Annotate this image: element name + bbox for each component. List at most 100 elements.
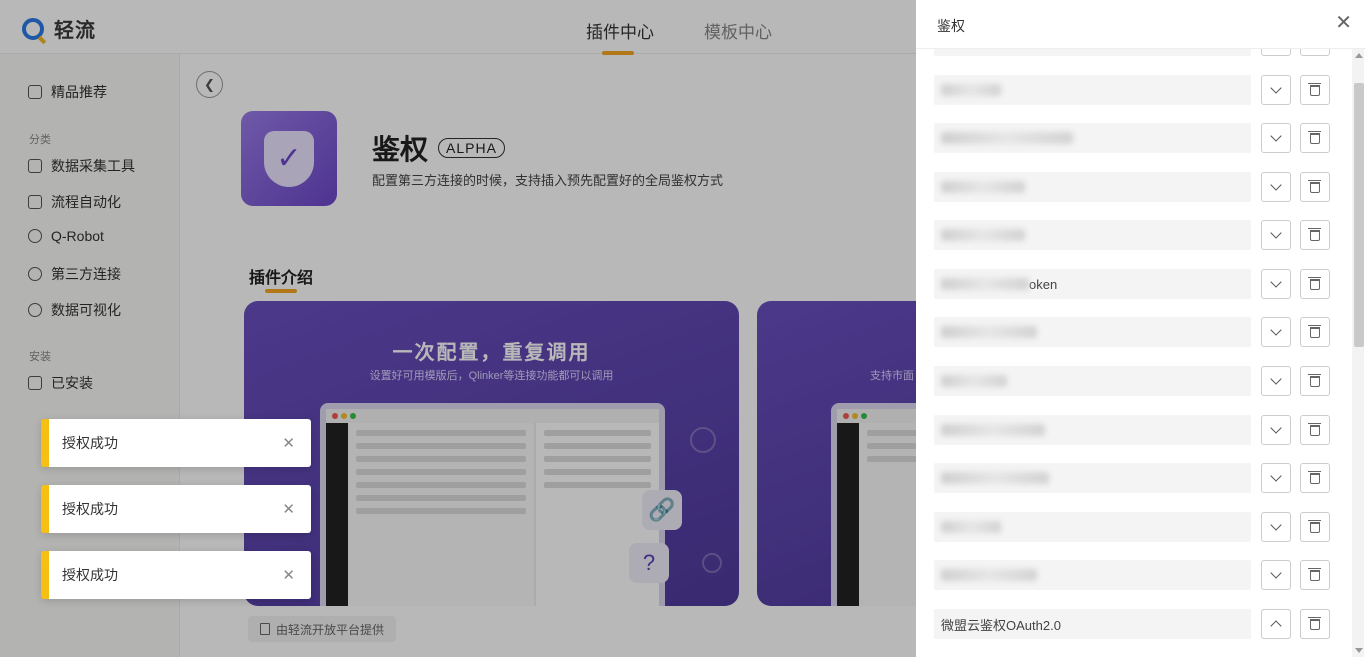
expand-button[interactable]: [1261, 172, 1291, 202]
trash-icon: [1308, 422, 1321, 436]
scroll-thumb[interactable]: [1354, 83, 1364, 347]
list-item: [934, 463, 1330, 493]
redacted-text: [941, 521, 1001, 533]
auth-name-field[interactable]: [934, 75, 1251, 105]
trash-icon: [1308, 616, 1321, 630]
chevron-down-icon: [1270, 324, 1282, 336]
chevron-down-icon: [1270, 567, 1282, 579]
expand-button[interactable]: [1261, 317, 1291, 347]
close-icon[interactable]: ✕: [282, 500, 295, 518]
expand-button[interactable]: [1261, 463, 1291, 493]
auth-name-field[interactable]: [934, 512, 1251, 542]
auth-name-field[interactable]: oken: [934, 269, 1251, 299]
expand-button[interactable]: [1261, 220, 1291, 250]
delete-button[interactable]: [1300, 463, 1330, 493]
auth-name-field[interactable]: [934, 560, 1251, 590]
auth-name-field[interactable]: [934, 220, 1251, 250]
delete-button[interactable]: [1300, 512, 1330, 542]
delete-button[interactable]: [1300, 220, 1330, 250]
list-item: [934, 560, 1330, 590]
redacted-text: [941, 326, 1037, 338]
chevron-down-icon: [1270, 373, 1282, 385]
toast-message: 授权成功: [62, 567, 118, 583]
list-item-expanded: 微盟云鉴权OAuth2.0: [934, 609, 1330, 639]
auth-name-field[interactable]: [934, 123, 1251, 153]
trash-icon: [1308, 567, 1321, 581]
trash-icon: [1308, 179, 1321, 193]
drawer-scrollbar[interactable]: [1352, 49, 1364, 657]
redacted-text: [941, 569, 1037, 581]
drawer-header: 鉴权 ✕: [916, 0, 1366, 49]
toast-success: 授权成功 ✕: [41, 485, 311, 533]
scroll-down-icon[interactable]: [1355, 648, 1363, 653]
delete-button[interactable]: [1300, 366, 1330, 396]
close-icon[interactable]: ✕: [282, 566, 295, 584]
chevron-down-icon: [1270, 227, 1282, 239]
chevron-down-icon: [1270, 470, 1282, 482]
toast-success: 授权成功 ✕: [41, 551, 311, 599]
list-item: [934, 172, 1330, 202]
delete-button[interactable]: [1300, 560, 1330, 590]
redacted-text: [941, 132, 1073, 144]
delete-button[interactable]: [1300, 75, 1330, 105]
delete-button[interactable]: [1300, 123, 1330, 153]
toast-message: 授权成功: [62, 501, 118, 517]
auth-name-field[interactable]: [934, 463, 1251, 493]
expand-button[interactable]: [1261, 123, 1291, 153]
expand-button[interactable]: [1261, 560, 1291, 590]
auth-name-field[interactable]: 微盟云鉴权OAuth2.0: [934, 609, 1251, 639]
list-item: [934, 415, 1330, 445]
redacted-text: [941, 181, 1025, 193]
expand-button[interactable]: [1261, 415, 1291, 445]
expand-button[interactable]: [1261, 75, 1291, 105]
drawer-title: 鉴权: [937, 18, 965, 34]
chevron-down-icon: [1270, 130, 1282, 142]
scroll-up-icon[interactable]: [1355, 53, 1363, 58]
redacted-text: [941, 472, 1049, 484]
chevron-up-icon: [1270, 620, 1282, 632]
close-icon[interactable]: ✕: [282, 434, 295, 452]
chevron-down-icon: [1270, 179, 1282, 191]
list-item: [934, 512, 1330, 542]
trash-icon: [1308, 227, 1321, 241]
list-item: [934, 366, 1330, 396]
list-item: [934, 123, 1330, 153]
auth-list: oken: [916, 49, 1350, 657]
auth-name-field[interactable]: [934, 49, 1251, 56]
delete-button[interactable]: [1300, 269, 1330, 299]
delete-button[interactable]: [1300, 609, 1330, 639]
collapse-button[interactable]: [1261, 609, 1291, 639]
delete-button[interactable]: [1300, 172, 1330, 202]
auth-name-field[interactable]: [934, 317, 1251, 347]
toast-success: 授权成功 ✕: [41, 419, 311, 467]
chevron-down-icon: [1270, 519, 1282, 531]
list-item: [934, 75, 1330, 105]
redacted-text: [941, 229, 1025, 241]
trash-icon: [1308, 130, 1321, 144]
list-item: [934, 220, 1330, 250]
delete-button[interactable]: [1300, 317, 1330, 347]
delete-button[interactable]: [1300, 49, 1330, 56]
delete-button[interactable]: [1300, 415, 1330, 445]
trash-icon: [1308, 82, 1321, 96]
list-item: [934, 317, 1330, 347]
trash-icon: [1308, 519, 1321, 533]
trash-icon: [1308, 470, 1321, 484]
auth-name-field[interactable]: [934, 366, 1251, 396]
trash-icon: [1308, 324, 1321, 338]
trash-icon: [1308, 276, 1321, 290]
auth-name-field[interactable]: [934, 415, 1251, 445]
expand-button[interactable]: [1261, 269, 1291, 299]
list-item: [934, 49, 1330, 56]
expand-button[interactable]: [1261, 512, 1291, 542]
expand-button[interactable]: [1261, 49, 1291, 56]
close-icon[interactable]: ✕: [1335, 13, 1352, 33]
expand-button[interactable]: [1261, 366, 1291, 396]
redacted-text: [941, 424, 1045, 436]
redacted-text: [941, 375, 1007, 387]
chevron-down-icon: [1270, 276, 1282, 288]
redacted-text: [941, 84, 1001, 96]
toast-message: 授权成功: [62, 435, 118, 451]
auth-name-field[interactable]: [934, 172, 1251, 202]
auth-drawer: 鉴权 ✕ oken 微盟云鉴权OAuth2.0: [916, 0, 1366, 657]
